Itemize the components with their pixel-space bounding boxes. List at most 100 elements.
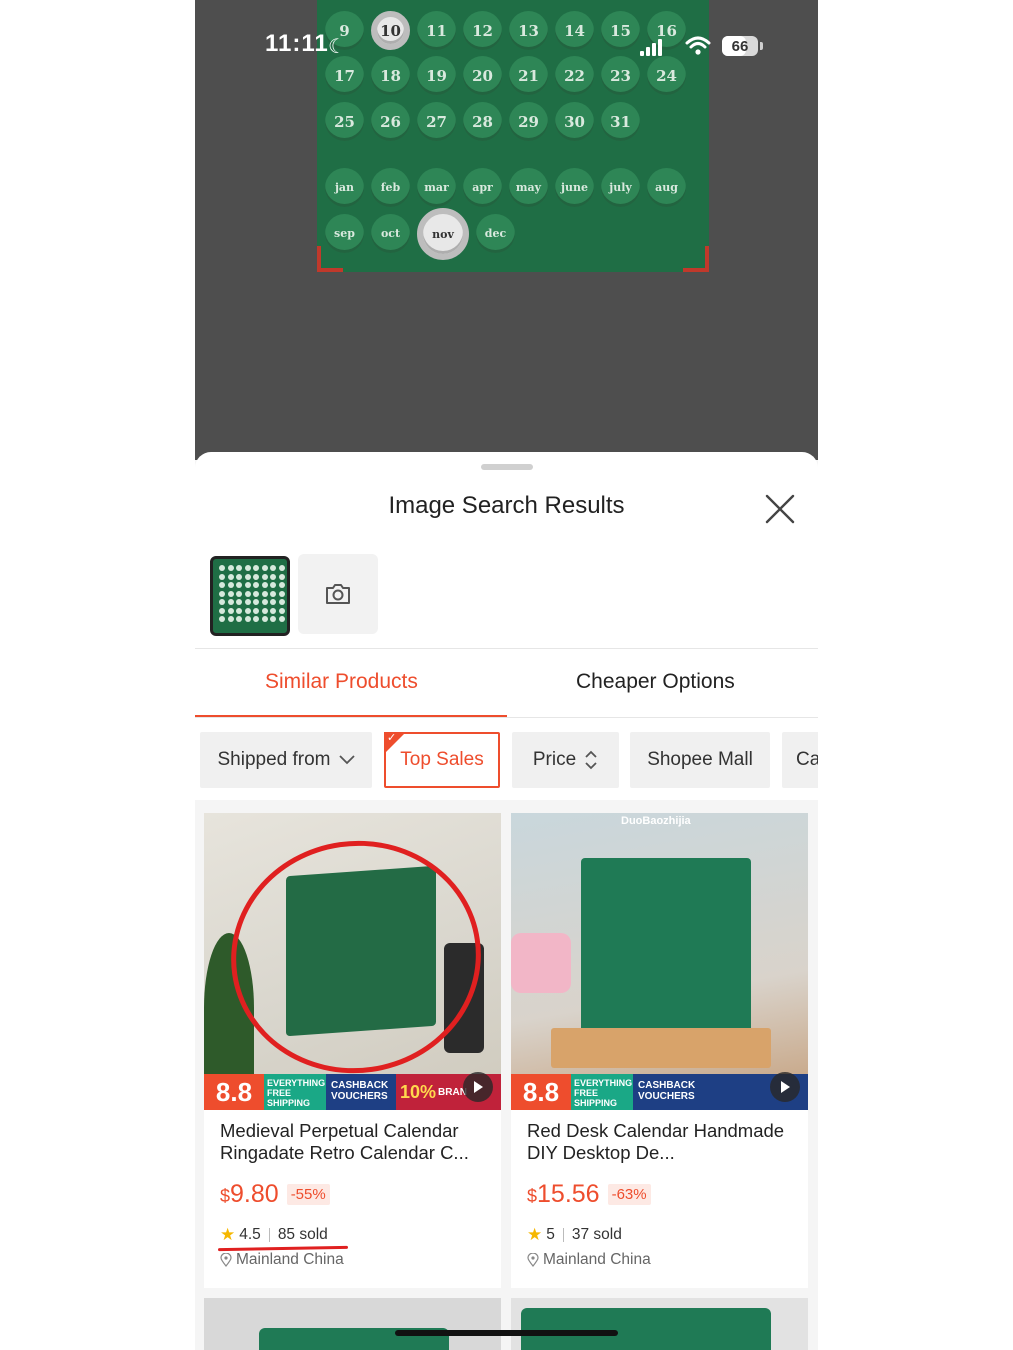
wooden-base-photo: [551, 1028, 771, 1068]
product-price: $9.80: [220, 1180, 279, 1208]
play-icon[interactable]: [463, 1072, 493, 1102]
calendar-button: 29: [509, 102, 548, 141]
camera-button[interactable]: [298, 554, 378, 634]
calendar-button: 27: [417, 102, 456, 141]
calendar-button: 28: [463, 102, 502, 141]
filter-bar: Shipped from ✓ Top Sales Price Shopee Ma…: [195, 730, 818, 802]
product-price: $15.56: [527, 1180, 600, 1208]
separator: [562, 1228, 564, 1242]
calendar-button: 30: [555, 102, 594, 141]
product-calendar-photo: [521, 1308, 771, 1350]
crop-corner-bottom-right[interactable]: [683, 246, 709, 272]
product-sold-count: 37 sold: [571, 1226, 622, 1243]
calendar-button: 31: [601, 102, 640, 141]
product-grid: 8.8 EVERYTHING FREE SHIPPING CASHBACK VOUCH…: [195, 800, 818, 1350]
calendar-month-button: may: [509, 168, 548, 207]
price-row: $15.56 -63%: [511, 1164, 808, 1209]
filter-label: Price: [532, 749, 577, 770]
divider: [195, 717, 818, 718]
product-location: Mainland China: [543, 1251, 651, 1268]
product-image[interactable]: 8.8 EVERYTHING FREE SHIPPING CASHBACK VOUCH…: [204, 813, 501, 1110]
free-shipping-badge: EVERYTHING FREE SHIPPING: [264, 1074, 326, 1110]
filter-label: Top Sales: [400, 749, 484, 770]
product-sold-count: 85 sold: [277, 1226, 328, 1243]
product-card[interactable]: DuoBaozhijia 8.8 EVERYTHING FREE SHIPPING …: [511, 813, 808, 1288]
product-image[interactable]: DuoBaozhijia 8.8 EVERYTHING FREE SHIPPING …: [511, 813, 808, 1110]
star-icon: ★: [527, 1225, 543, 1244]
calendar-month-button: aug: [647, 168, 686, 207]
battery-level: 66: [731, 37, 749, 55]
sale-badge: 8.8: [511, 1074, 571, 1110]
wifi-icon: [685, 36, 711, 55]
product-card[interactable]: 8.8 EVERYTHING FREE SHIPPING CASHBACK VOUCH…: [204, 813, 501, 1288]
cellular-signal-icon: [640, 38, 662, 56]
calendar-month-button: jan: [325, 168, 364, 207]
calendar-row-months-1: jan feb mar apr may june july aug: [325, 168, 686, 207]
calendar-month-button: mar: [417, 168, 456, 207]
divider: [195, 648, 818, 649]
product-rating: 5: [546, 1226, 555, 1243]
filter-label: Shopee Mall: [647, 749, 753, 770]
filter-top-sales[interactable]: ✓ Top Sales: [384, 732, 500, 788]
calendar-month-button-selected: nov: [417, 208, 469, 260]
discount-badge: -63%: [607, 1184, 651, 1205]
calendar-button: 26: [371, 102, 410, 141]
chevron-down-icon: [338, 755, 355, 765]
tab-similar-products[interactable]: Similar Products: [265, 670, 418, 694]
sheet-grabber[interactable]: [481, 464, 533, 470]
product-rating: 4.5: [239, 1226, 261, 1243]
filter-more[interactable]: Ca: [782, 732, 818, 788]
product-card-partial[interactable]: [204, 1298, 501, 1350]
checkmark-icon: ✓: [387, 732, 397, 744]
separator: [268, 1228, 270, 1242]
pink-object-photo: [511, 933, 571, 993]
close-icon[interactable]: [763, 492, 797, 526]
query-thumbnail[interactable]: [210, 556, 290, 636]
cashback-badge: CASHBACK VOUCHERS: [326, 1074, 396, 1110]
moon-icon: ☾: [328, 36, 346, 58]
status-time: 11:11: [265, 30, 329, 57]
play-icon[interactable]: [770, 1072, 800, 1102]
battery-indicator: 66: [722, 36, 758, 56]
filter-label: Ca: [796, 749, 818, 770]
location-row: Mainland China: [511, 1245, 808, 1269]
crop-corner-bottom-left[interactable]: [317, 246, 343, 272]
free-shipping-badge: EVERYTHING FREE SHIPPING: [571, 1074, 633, 1110]
calendar-month-button: july: [601, 168, 640, 207]
filter-shopee-mall[interactable]: Shopee Mall: [630, 732, 770, 788]
calendar-button: 25: [325, 102, 364, 141]
calendar-month-button: feb: [371, 168, 410, 207]
rating-row: ★ 4.5 85 sold: [204, 1209, 501, 1252]
sale-badge: 8.8: [204, 1074, 264, 1110]
calendar-row-3: 25 26 27 28 29 30 31: [325, 102, 640, 141]
calendar-month-button: dec: [476, 214, 515, 253]
promo-banner: 8.8 EVERYTHING FREE SHIPPING CASHBACK VOUCH…: [511, 1074, 808, 1110]
calendar-month-button: oct: [371, 214, 410, 253]
filter-price[interactable]: Price: [512, 732, 619, 788]
price-row: $9.80 -55%: [204, 1164, 501, 1209]
product-title[interactable]: Medieval Perpetual Calendar Ringadate Re…: [204, 1110, 501, 1164]
filter-shipped-from[interactable]: Shipped from: [200, 732, 372, 788]
discount-badge: -55%: [286, 1184, 330, 1205]
cashback-badge: CASHBACK VOUCHERS: [633, 1074, 703, 1110]
product-location: Mainland China: [236, 1251, 344, 1268]
camera-icon: [326, 584, 350, 604]
calendar-month-button: apr: [463, 168, 502, 207]
sort-icon: [585, 750, 597, 770]
home-indicator[interactable]: [395, 1330, 618, 1336]
product-title[interactable]: Red Desk Calendar Handmade DIY Desktop D…: [511, 1110, 808, 1164]
location-pin-icon: [527, 1253, 539, 1267]
phone-screen: 9 10 11 12 13 14 15 16 17 18 19 20 21 22…: [195, 0, 818, 1350]
rating-row: ★ 5 37 sold: [511, 1209, 808, 1245]
sheet-title: Image Search Results: [388, 492, 625, 519]
results-sheet: Image Search Results Similar Products Ch…: [195, 452, 818, 1350]
calendar-row-months-2: sep oct nov dec: [325, 208, 515, 260]
star-icon: ★: [220, 1225, 236, 1244]
filter-label: Shipped from: [217, 749, 331, 770]
thumbnail-calendar-grid: [219, 565, 285, 622]
calendar-month-button: june: [555, 168, 594, 207]
product-card-partial[interactable]: [511, 1298, 808, 1350]
promo-banner: 8.8 EVERYTHING FREE SHIPPING CASHBACK VOUCH…: [204, 1074, 501, 1110]
status-bar: 11:11 ☾ 66: [195, 0, 818, 90]
tab-cheaper-options[interactable]: Cheaper Options: [576, 670, 735, 694]
